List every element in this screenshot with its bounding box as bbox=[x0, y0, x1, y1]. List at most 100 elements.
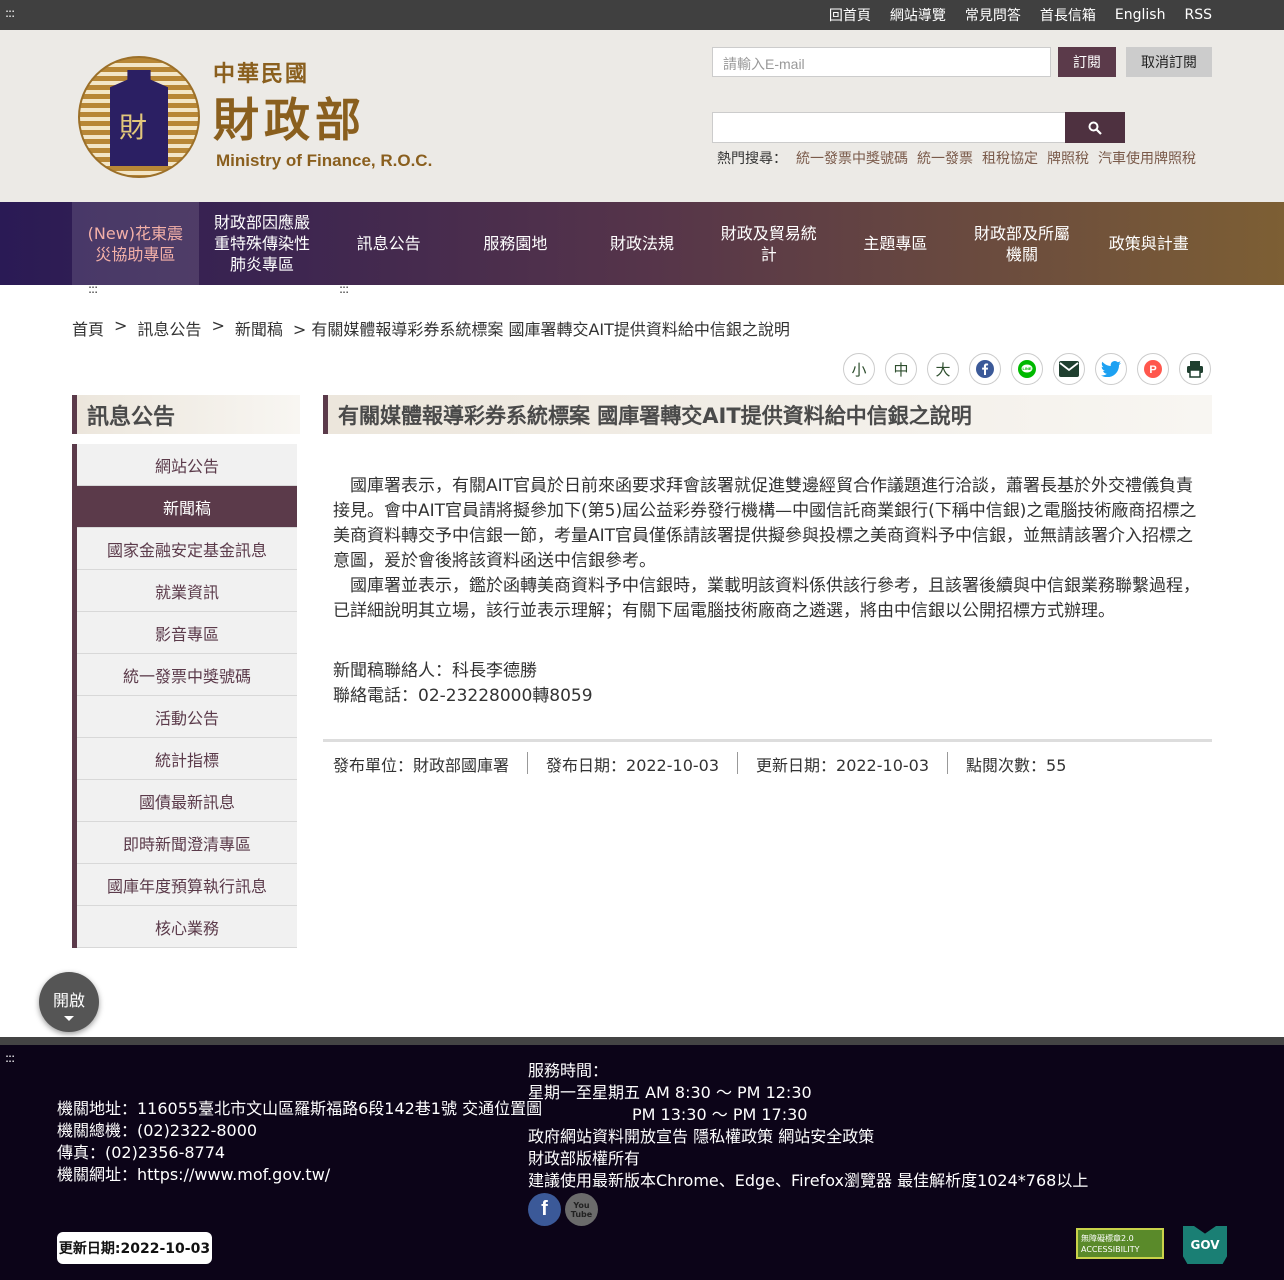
gov-badge[interactable]: GOV bbox=[1183, 1226, 1227, 1264]
article-meta: 發布單位：財政部國庫署 發布日期：2022-10-03 更新日期：2022-10… bbox=[333, 752, 1084, 775]
sidebar-item-employment[interactable]: 就業資訊 bbox=[77, 570, 297, 612]
contact-phone: 聯絡電話：02-23228000轉8059 bbox=[333, 686, 593, 706]
footer-fax: 傳真：(02)2356-8774 bbox=[57, 1143, 226, 1162]
hot-keyword[interactable]: 汽車使用牌照稅 bbox=[1098, 148, 1196, 168]
share-twitter-button[interactable] bbox=[1095, 353, 1127, 385]
footer-link-security[interactable]: 網站安全政策 bbox=[778, 1127, 874, 1146]
toggle-label: 開啟 bbox=[52, 991, 85, 1010]
sidebar-item-clarifications[interactable]: 即時新聞澄清專區 bbox=[77, 822, 297, 864]
subscribe-button[interactable]: 訂閱 bbox=[1058, 47, 1116, 77]
article-contact: 新聞稿聯絡人：科長李德勝 聯絡電話：02-23228000轉8059 bbox=[333, 659, 593, 709]
top-link-rss[interactable]: RSS bbox=[1184, 7, 1212, 23]
accesskey-left[interactable]: ::: bbox=[88, 282, 98, 296]
font-small-button[interactable]: 小 bbox=[843, 353, 875, 385]
top-links: 回首頁 網站導覽 常見問答 首長信箱 English RSS bbox=[829, 0, 1212, 30]
meta-publish-date: 發布日期：2022-10-03 bbox=[527, 752, 737, 775]
share-facebook-button[interactable] bbox=[969, 353, 1001, 385]
top-link-home[interactable]: 回首頁 bbox=[829, 5, 871, 25]
nav-item-policy[interactable]: 政策與計畫 bbox=[1085, 202, 1212, 285]
footer-policies: 政府網站資料開放宣告 隱私權政策 網站安全政策 bbox=[528, 1126, 1088, 1148]
youtube-icon[interactable]: You Tube bbox=[565, 1193, 598, 1226]
footer-toggle-button[interactable]: 開啟 bbox=[39, 972, 99, 1032]
print-icon bbox=[1187, 361, 1203, 378]
footer-phone: 機關總機：(02)2322-8000 bbox=[57, 1121, 258, 1140]
top-link-english[interactable]: English bbox=[1115, 7, 1166, 23]
footer-copyright: 財政部版權所有 bbox=[528, 1149, 641, 1168]
breadcrumb: 首頁 > 訊息公告 > 新聞稿 > 有關媒體報導彩券系統標案 國庫署轉交AIT提… bbox=[72, 316, 790, 340]
logo-english: Ministry of Finance, R.O.C. bbox=[216, 151, 433, 170]
search-button[interactable] bbox=[1065, 112, 1125, 143]
logo-ministry: 財政部 bbox=[213, 93, 366, 147]
hot-search: 熱門搜尋： 統一發票中獎號碼 統一發票 租稅協定 牌照稅 汽車使用牌照稅 bbox=[717, 148, 1196, 168]
article-paragraph: 國庫署表示，有關AIT官員於日前來函要求拜會該署就促進雙邊經貿合作議題進行洽談，… bbox=[333, 476, 1197, 571]
caret-down-icon bbox=[64, 1016, 74, 1021]
article-divider bbox=[323, 739, 1212, 742]
top-link-mailbox[interactable]: 首長信箱 bbox=[1040, 5, 1096, 25]
nav-item-announcements[interactable]: 訊息公告 bbox=[325, 202, 452, 285]
article-body: 國庫署表示，有關AIT官員於日前來函要求拜會該署就促進雙邊經貿合作議題進行洽談，… bbox=[333, 474, 1203, 624]
hot-keyword[interactable]: 統一發票 bbox=[917, 148, 973, 168]
email-icon bbox=[1059, 361, 1079, 377]
top-link-sitemap[interactable]: 網站導覽 bbox=[890, 5, 946, 25]
sidebar-menu: 網站公告 新聞稿 國家金融安定基金訊息 就業資訊 影音專區 統一發票中獎號碼 活… bbox=[72, 444, 297, 948]
sidebar-item-events[interactable]: 活動公告 bbox=[77, 696, 297, 738]
nav-item-agencies[interactable]: 財政部及所屬機關 bbox=[959, 202, 1086, 285]
accesskey-footer[interactable]: ::: bbox=[5, 1051, 15, 1065]
footer-top-border bbox=[0, 1037, 1284, 1045]
share-line-button[interactable]: LINE bbox=[1011, 353, 1043, 385]
svg-text:LINE: LINE bbox=[1022, 366, 1031, 371]
footer-address[interactable]: 機關地址：116055臺北市文山區羅斯福路6段142巷1號 交通位置圖 bbox=[57, 1098, 542, 1120]
nav-item-topics[interactable]: 主題專區 bbox=[832, 202, 959, 285]
sidebar-item-press-releases[interactable]: 新聞稿 bbox=[77, 486, 297, 528]
main-nav: (New)花東震災協助專區 財政部因應嚴重特殊傳染性肺炎專區 訊息公告 服務園地… bbox=[0, 202, 1284, 285]
sidebar-item-site-announcements[interactable]: 網站公告 bbox=[77, 444, 297, 486]
footer-update-date: 更新日期:2022-10-03 bbox=[57, 1232, 212, 1264]
footer-url[interactable]: 機關網址：https://www.mof.gov.tw/ bbox=[57, 1164, 542, 1186]
accesskey-top[interactable]: ::: bbox=[5, 6, 15, 20]
footer-link-open-data[interactable]: 政府網站資料開放宣告 bbox=[528, 1127, 688, 1146]
sidebar-item-stat-indicators[interactable]: 統計指標 bbox=[77, 738, 297, 780]
sidebar-item-budget-execution[interactable]: 國庫年度預算執行訊息 bbox=[77, 864, 297, 906]
nav-item-earthquake-relief[interactable]: (New)花東震災協助專區 bbox=[72, 202, 199, 285]
accesskey-center[interactable]: ::: bbox=[339, 282, 349, 296]
search-input[interactable] bbox=[712, 112, 1066, 143]
email-field[interactable]: 請輸入E-mail bbox=[712, 47, 1051, 77]
font-medium-button[interactable]: 中 bbox=[885, 353, 917, 385]
breadcrumb-home[interactable]: 首頁 bbox=[72, 316, 104, 340]
facebook-icon[interactable]: f bbox=[528, 1193, 561, 1226]
breadcrumb-press[interactable]: 新聞稿 bbox=[235, 316, 283, 340]
font-large-button[interactable]: 大 bbox=[927, 353, 959, 385]
article-title: 有關媒體報導彩券系統標案 國庫署轉交AIT提供資料給中信銀之說明 bbox=[323, 395, 1212, 434]
plurk-icon: P bbox=[1144, 360, 1162, 378]
contact-person: 新聞稿聯絡人：科長李德勝 bbox=[333, 661, 537, 681]
meta-views: 點閱次數：55 bbox=[947, 752, 1084, 775]
search-icon bbox=[1088, 121, 1102, 135]
nav-item-covid[interactable]: 財政部因應嚴重特殊傳染性肺炎專區 bbox=[199, 202, 326, 285]
hot-keyword[interactable]: 統一發票中獎號碼 bbox=[796, 148, 908, 168]
sidebar-item-bond-news[interactable]: 國債最新訊息 bbox=[77, 780, 297, 822]
footer-hours-2: PM 13:30 ～ PM 17:30 bbox=[632, 1105, 808, 1124]
unsubscribe-button[interactable]: 取消訂閱 bbox=[1126, 47, 1212, 77]
sidebar-item-media[interactable]: 影音專區 bbox=[77, 612, 297, 654]
accessibility-badge[interactable]: 無障礙標章2.0 ACCESSIBILITY bbox=[1076, 1228, 1164, 1259]
article-paragraph: 國庫署並表示，鑑於函轉美商資料予中信銀時，業載明該資料係供該行參考，且該署後續與… bbox=[333, 576, 1200, 621]
nav-item-statistics[interactable]: 財政及貿易統計 bbox=[705, 202, 832, 285]
sidebar-item-invoice-lottery[interactable]: 統一發票中獎號碼 bbox=[77, 654, 297, 696]
site-logo[interactable]: 財 中華民國 財政部 Ministry of Finance, R.O.C. bbox=[78, 56, 438, 178]
footer-link-privacy[interactable]: 隱私權政策 bbox=[693, 1127, 773, 1146]
site-footer: ::: 機關地址：116055臺北市文山區羅斯福路6段142巷1號 交通位置圖 … bbox=[0, 1045, 1284, 1280]
twitter-icon bbox=[1101, 361, 1121, 377]
hot-keyword[interactable]: 牌照稅 bbox=[1047, 148, 1089, 168]
share-email-button[interactable] bbox=[1053, 353, 1085, 385]
top-link-faq[interactable]: 常見問答 bbox=[965, 5, 1021, 25]
print-button[interactable] bbox=[1179, 353, 1211, 385]
sidebar-item-stabilization-fund[interactable]: 國家金融安定基金訊息 bbox=[77, 528, 297, 570]
breadcrumb-separator: > bbox=[211, 316, 225, 335]
share-plurk-button[interactable]: P bbox=[1137, 353, 1169, 385]
nav-item-services[interactable]: 服務園地 bbox=[452, 202, 579, 285]
sidebar-item-core-business[interactable]: 核心業務 bbox=[77, 906, 297, 948]
nav-item-regulations[interactable]: 財政法規 bbox=[579, 202, 706, 285]
breadcrumb-announcements[interactable]: 訊息公告 bbox=[137, 316, 201, 340]
line-icon: LINE bbox=[1018, 360, 1036, 378]
hot-keyword[interactable]: 租稅協定 bbox=[982, 148, 1038, 168]
